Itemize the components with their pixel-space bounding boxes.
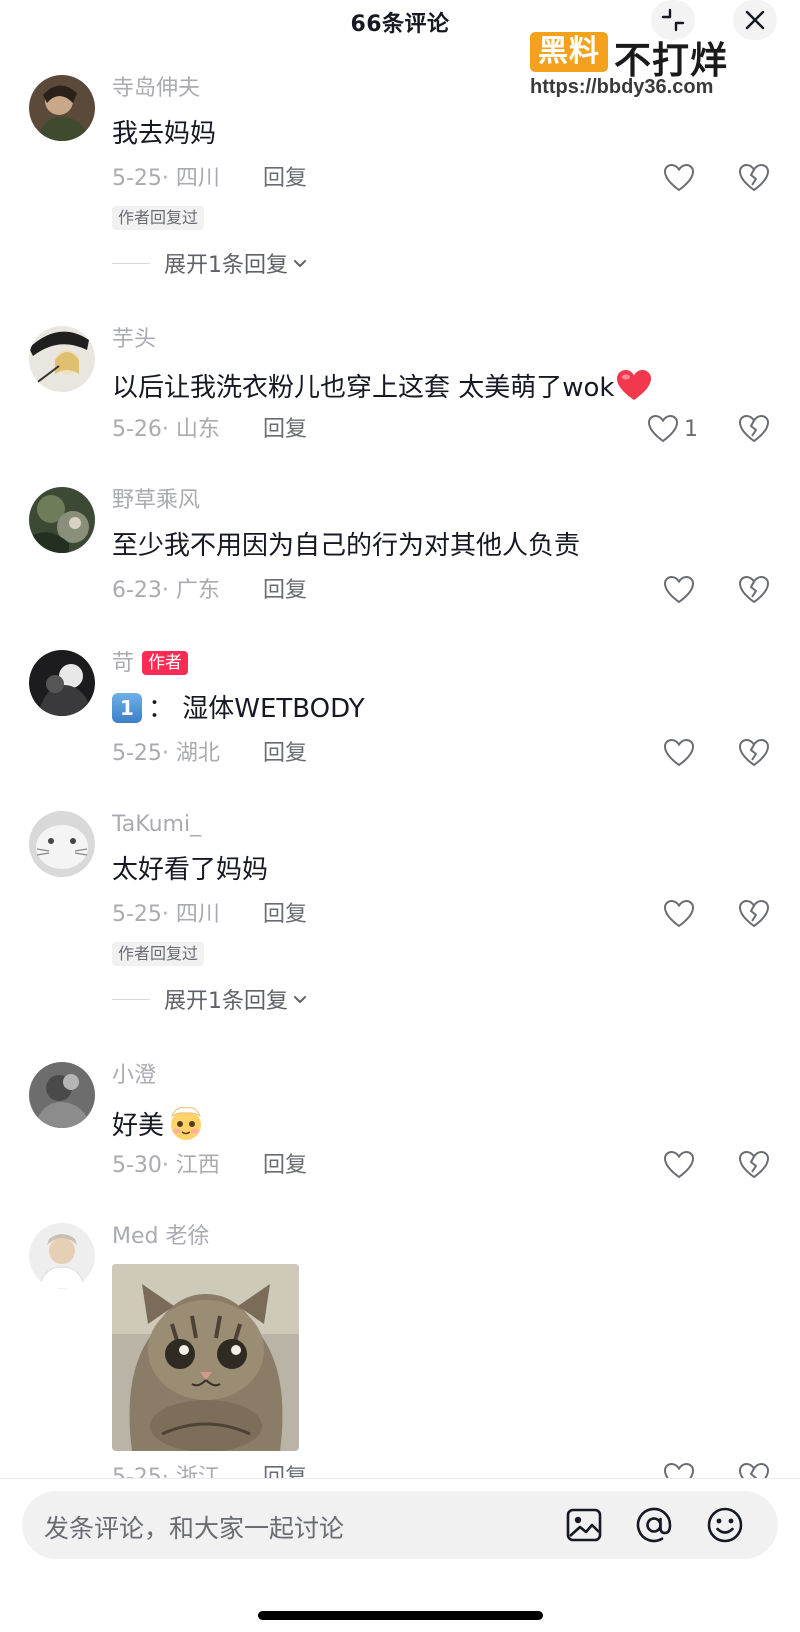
reply-button[interactable]: 回复 bbox=[263, 164, 307, 194]
username-text: 苛 bbox=[112, 651, 135, 676]
like-button[interactable] bbox=[662, 736, 696, 770]
comment-list[interactable]: 寺岛伸夫 我去妈妈 5-25· 四川 回复 作者回复过 展开1条回复 芋头 以后… bbox=[0, 0, 800, 1478]
broken-heart-icon bbox=[738, 414, 770, 443]
smiley-icon bbox=[707, 1507, 743, 1543]
like-count: 1 bbox=[684, 416, 698, 442]
heart-icon bbox=[663, 738, 695, 767]
username[interactable]: 野草乘风 bbox=[112, 487, 200, 515]
broken-heart-icon bbox=[738, 899, 770, 928]
comment-date-location: 5-25· 四川 bbox=[112, 166, 220, 191]
avatar[interactable] bbox=[29, 650, 95, 716]
dislike-button[interactable] bbox=[737, 1460, 771, 1478]
divider bbox=[112, 998, 150, 1000]
comment-date-location: 6-23· 广东 bbox=[112, 578, 220, 603]
reply-button[interactable]: 回复 bbox=[263, 739, 307, 769]
red-heart-emoji-icon bbox=[616, 370, 651, 400]
dislike-button[interactable] bbox=[737, 161, 771, 195]
watermark: 黑料 不打烊 https://bbdy36.com bbox=[530, 30, 760, 102]
mention-button[interactable] bbox=[634, 1505, 674, 1545]
avatar[interactable] bbox=[29, 75, 95, 141]
heart-icon bbox=[663, 163, 695, 192]
broken-heart-icon bbox=[738, 575, 770, 604]
broken-heart-icon bbox=[738, 738, 770, 767]
watermark-badge: 黑料 bbox=[530, 32, 608, 72]
expand-replies-button[interactable]: 展开1条回复 bbox=[112, 984, 308, 1014]
home-indicator bbox=[258, 1611, 543, 1620]
comment-input[interactable]: 发条评论，和大家一起讨论 bbox=[22, 1491, 778, 1559]
broken-heart-icon bbox=[738, 1150, 770, 1179]
comment-date-location: 5-25· 浙江 bbox=[112, 1465, 220, 1478]
reply-button[interactable]: 回复 bbox=[263, 900, 307, 930]
heart-icon bbox=[663, 1462, 695, 1478]
dislike-button[interactable] bbox=[737, 412, 771, 446]
like-button[interactable] bbox=[662, 1148, 696, 1182]
username[interactable]: 芋头 bbox=[112, 326, 156, 354]
avatar[interactable] bbox=[29, 1062, 95, 1128]
expand-replies-label: 展开1条回复 bbox=[164, 989, 288, 1014]
username[interactable]: 苛作者 bbox=[112, 650, 189, 678]
avatar[interactable] bbox=[29, 811, 95, 877]
chevron-down-icon bbox=[294, 996, 306, 1003]
comment-image-cat[interactable] bbox=[112, 1264, 299, 1451]
dislike-button[interactable] bbox=[737, 1148, 771, 1182]
comment-text: 我去妈妈 bbox=[112, 119, 217, 149]
reply-button[interactable]: 回复 bbox=[263, 1151, 307, 1181]
like-button[interactable] bbox=[662, 573, 696, 607]
comment-text-content: 好美 bbox=[112, 1111, 165, 1141]
comment-text: 1： 湿体WETBODY bbox=[112, 692, 365, 726]
avatar[interactable] bbox=[29, 326, 95, 392]
reply-button[interactable]: 回复 bbox=[263, 576, 307, 606]
emoji-button[interactable] bbox=[705, 1505, 745, 1545]
username[interactable]: Med 老徐 bbox=[112, 1223, 209, 1251]
like-button[interactable] bbox=[662, 897, 696, 931]
expand-replies-label: 展开1条回复 bbox=[164, 253, 288, 278]
username[interactable]: 小澄 bbox=[112, 1062, 156, 1090]
at-icon bbox=[636, 1507, 672, 1543]
avatar[interactable] bbox=[29, 487, 95, 553]
heart-icon bbox=[663, 1150, 695, 1179]
chevron-down-icon bbox=[294, 260, 306, 267]
comment-text: 至少我不用因为自己的行为对其他人负责 bbox=[112, 531, 581, 561]
heart-icon bbox=[663, 575, 695, 604]
avatar[interactable] bbox=[29, 1223, 95, 1289]
comment-text: 好美 bbox=[112, 1104, 206, 1143]
like-button[interactable]: 1 bbox=[646, 412, 698, 446]
comment-text-content: ： 湿体WETBODY bbox=[148, 694, 365, 724]
author-badge: 作者 bbox=[142, 651, 189, 675]
reply-button[interactable]: 回复 bbox=[263, 415, 307, 445]
username[interactable]: 寺岛伸夫 bbox=[112, 75, 200, 103]
comment-date-location: 5-25· 湖北 bbox=[112, 741, 220, 766]
heart-icon bbox=[647, 414, 679, 443]
image-picker-button[interactable] bbox=[564, 1505, 604, 1545]
username[interactable]: TaKumi_ bbox=[112, 811, 201, 839]
comment-text: 太好看了妈妈 bbox=[112, 855, 269, 885]
author-replied-badge: 作者回复过 bbox=[112, 206, 205, 230]
divider bbox=[112, 262, 150, 264]
comment-input-bar: 发条评论，和大家一起讨论 bbox=[0, 1478, 800, 1632]
dislike-button[interactable] bbox=[737, 573, 771, 607]
reply-button[interactable]: 回复 bbox=[263, 1463, 307, 1478]
like-button[interactable] bbox=[662, 161, 696, 195]
comment-text: 以后让我洗衣粉儿也穿上这套 太美萌了wok bbox=[112, 368, 653, 405]
comment-input-placeholder: 发条评论，和大家一起讨论 bbox=[44, 1514, 345, 1543]
dislike-button[interactable] bbox=[737, 897, 771, 931]
expand-replies-button[interactable]: 展开1条回复 bbox=[112, 248, 308, 278]
keycap-one-emoji-icon: 1 bbox=[112, 693, 142, 723]
like-button[interactable] bbox=[662, 1460, 696, 1478]
broken-heart-icon bbox=[738, 163, 770, 192]
broken-heart-icon bbox=[738, 1462, 770, 1478]
author-replied-badge: 作者回复过 bbox=[112, 942, 205, 966]
comment-date-location: 5-26· 山东 bbox=[112, 417, 220, 442]
heart-icon bbox=[663, 899, 695, 928]
image-icon bbox=[566, 1508, 602, 1542]
pleading-face-emoji-icon bbox=[170, 1107, 202, 1140]
watermark-url: https://bbdy36.com bbox=[530, 76, 714, 98]
comment-text-content: 以后让我洗衣粉儿也穿上这套 太美萌了wok bbox=[112, 373, 615, 403]
dislike-button[interactable] bbox=[737, 736, 771, 770]
comment-date-location: 5-30· 江西 bbox=[112, 1153, 220, 1178]
comment-date-location: 5-25· 四川 bbox=[112, 902, 220, 927]
